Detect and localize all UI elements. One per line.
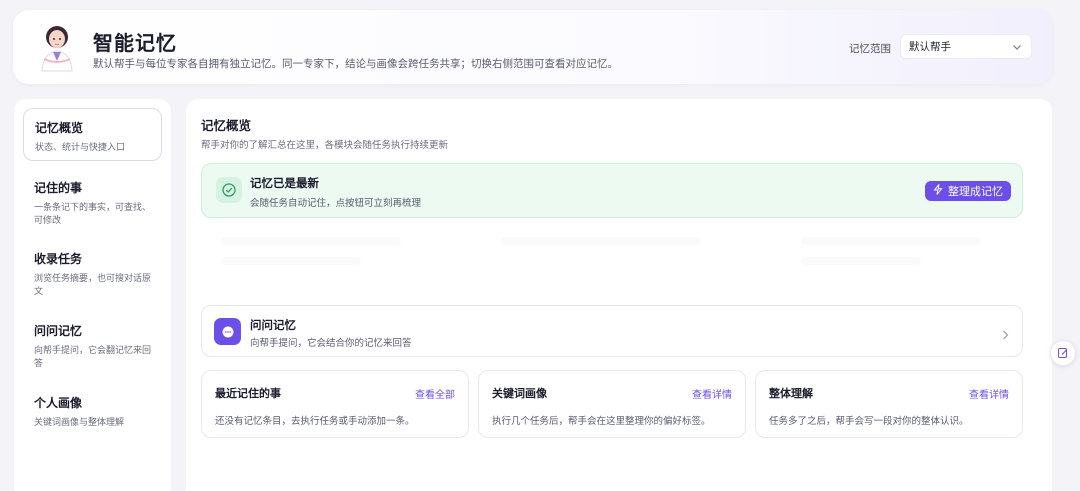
- chevron-right-icon: [1000, 326, 1010, 340]
- lightning-icon: [933, 184, 943, 198]
- scope-value: 默认帮手: [909, 41, 951, 53]
- sidebar: 记忆概览 状态、统计与快捷入口 记住的事 一条条记下的事实，可查找、可修改 收录…: [14, 99, 171, 491]
- organize-memory-button[interactable]: 整理成记忆: [925, 181, 1011, 201]
- recent-facts-card: 最近记住的事 查看全部 还没有记忆条目，去执行任务或手动添加一条。: [201, 370, 469, 438]
- sidebar-item-desc: 一条条记下的事实，可查找、可修改: [34, 203, 152, 226]
- view-all-link[interactable]: 查看全部: [415, 386, 455, 401]
- main-panel: 记忆概览 帮手对你的了解汇总在这里，各模块会随任务执行持续更新 记忆已是最新 会…: [186, 99, 1052, 491]
- sidebar-item-title: 个人画像: [34, 396, 83, 410]
- page-title: 智能记忆: [93, 31, 177, 55]
- edit-icon[interactable]: [1050, 340, 1076, 366]
- stats-placeholder: [201, 227, 1023, 297]
- assistant-avatar: [34, 21, 80, 73]
- sidebar-item-overview[interactable]: 记忆概览 状态、统计与快捷入口: [23, 108, 162, 161]
- keyword-profile-card: 关键词画像 查看详情 执行几个任务后，帮手会在这里整理你的偏好标签。: [478, 370, 746, 438]
- sidebar-item-profile[interactable]: 个人画像 关键词画像与整体理解: [23, 384, 162, 440]
- organize-memory-label: 整理成记忆: [948, 185, 1003, 198]
- ask-memory-desc: 向帮手提问，它会结合你的记忆来回答: [250, 338, 412, 349]
- scope-select[interactable]: 默认帮手: [900, 34, 1032, 59]
- sidebar-item-desc: 状态、统计与快捷入口: [35, 143, 126, 153]
- status-title: 记忆已是最新: [250, 176, 319, 190]
- view-details-link[interactable]: 查看详情: [969, 386, 1009, 401]
- sidebar-item-facts[interactable]: 记住的事 一条条记下的事实，可查找、可修改: [23, 169, 162, 238]
- scope-label: 记忆范围: [849, 43, 891, 55]
- card-desc: 任务多了之后，帮手会写一段对你的整体认识。: [769, 416, 969, 427]
- sidebar-item-desc: 向帮手提问，它会翻记忆来回答: [34, 346, 152, 369]
- view-details-link[interactable]: 查看详情: [692, 386, 732, 401]
- card-desc: 还没有记忆条目，去执行任务或手动添加一条。: [215, 416, 415, 427]
- chevron-down-icon: [1012, 42, 1022, 52]
- overall-understanding-card: 整体理解 查看详情 任务多了之后，帮手会写一段对你的整体认识。: [755, 370, 1023, 438]
- status-desc: 会随任务自动记住，点按钮可立刻再梳理: [250, 198, 422, 209]
- chat-bubble-icon: [214, 318, 241, 345]
- sidebar-item-desc: 关键词画像与整体理解: [34, 418, 125, 428]
- sidebar-item-title: 问问记忆: [34, 324, 83, 338]
- card-title: 最近记住的事: [215, 387, 281, 400]
- section-subtitle: 帮手对你的了解汇总在这里，各模块会随任务执行持续更新: [201, 140, 449, 151]
- sidebar-item-title: 记忆概览: [35, 121, 84, 135]
- card-title: 整体理解: [769, 387, 813, 400]
- ask-memory-card[interactable]: 问问记忆 向帮手提问，它会结合你的记忆来回答: [201, 305, 1023, 357]
- check-circle-icon: [216, 177, 242, 203]
- card-title: 关键词画像: [492, 387, 547, 400]
- page-header: 智能记忆 默认帮手与每位专家各自拥有独立记忆。同一专家下，结论与画像会跨任务共享…: [13, 10, 1053, 84]
- sidebar-item-title: 收录任务: [34, 252, 83, 266]
- section-title: 记忆概览: [201, 118, 252, 133]
- page-subtitle: 默认帮手与每位专家各自拥有独立记忆。同一专家下，结论与画像会跨任务共享；切换右侧…: [93, 58, 618, 70]
- sidebar-item-desc: 浏览任务摘要，也可搜对话原文: [34, 274, 152, 297]
- sidebar-item-title: 记住的事: [34, 181, 83, 195]
- card-desc: 执行几个任务后，帮手会在这里整理你的偏好标签。: [492, 416, 711, 427]
- status-card: 记忆已是最新 会随任务自动记住，点按钮可立刻再梳理 整理成记忆: [201, 163, 1023, 218]
- ask-memory-title: 问问记忆: [250, 318, 296, 332]
- sidebar-item-tasks[interactable]: 收录任务 浏览任务摘要，也可搜对话原文: [23, 240, 162, 309]
- sidebar-item-ask[interactable]: 问问记忆 向帮手提问，它会翻记忆来回答: [23, 312, 162, 381]
